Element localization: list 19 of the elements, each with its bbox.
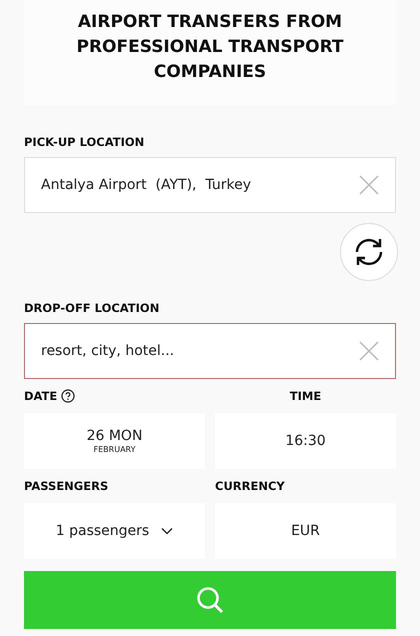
date-field[interactable]: 26 MON FEBRUARY [24,413,205,469]
page-title: AIRPORT TRANSFERS FROM PROFESSIONAL TRANSPORT COMPANIES [75,11,344,84]
field-label: DROP-OFF LOCATION [24,301,160,315]
passengers-dropdown[interactable]: 1 passengers [24,503,205,559]
help-icon[interactable] [61,389,76,403]
chevron-down-icon [161,527,174,535]
location-field[interactable]: Antalya Airport (AYT), Turkey [24,157,396,213]
time-field[interactable]: 16:30 [215,413,396,469]
search-icon [195,585,225,615]
field-label: PASSENGERS [24,479,108,493]
field-label: CURRENCY [215,479,285,493]
clear-icon[interactable] [358,174,380,196]
field-label: PICK-UP LOCATION [24,135,146,149]
field-label: DATE [24,389,58,403]
location-field[interactable]: resort, city, hotel... [24,323,396,379]
search-button[interactable] [24,571,396,629]
currency-field[interactable]: EUR [215,503,396,559]
clear-icon[interactable] [358,340,380,362]
field-label: TIME [290,389,322,403]
